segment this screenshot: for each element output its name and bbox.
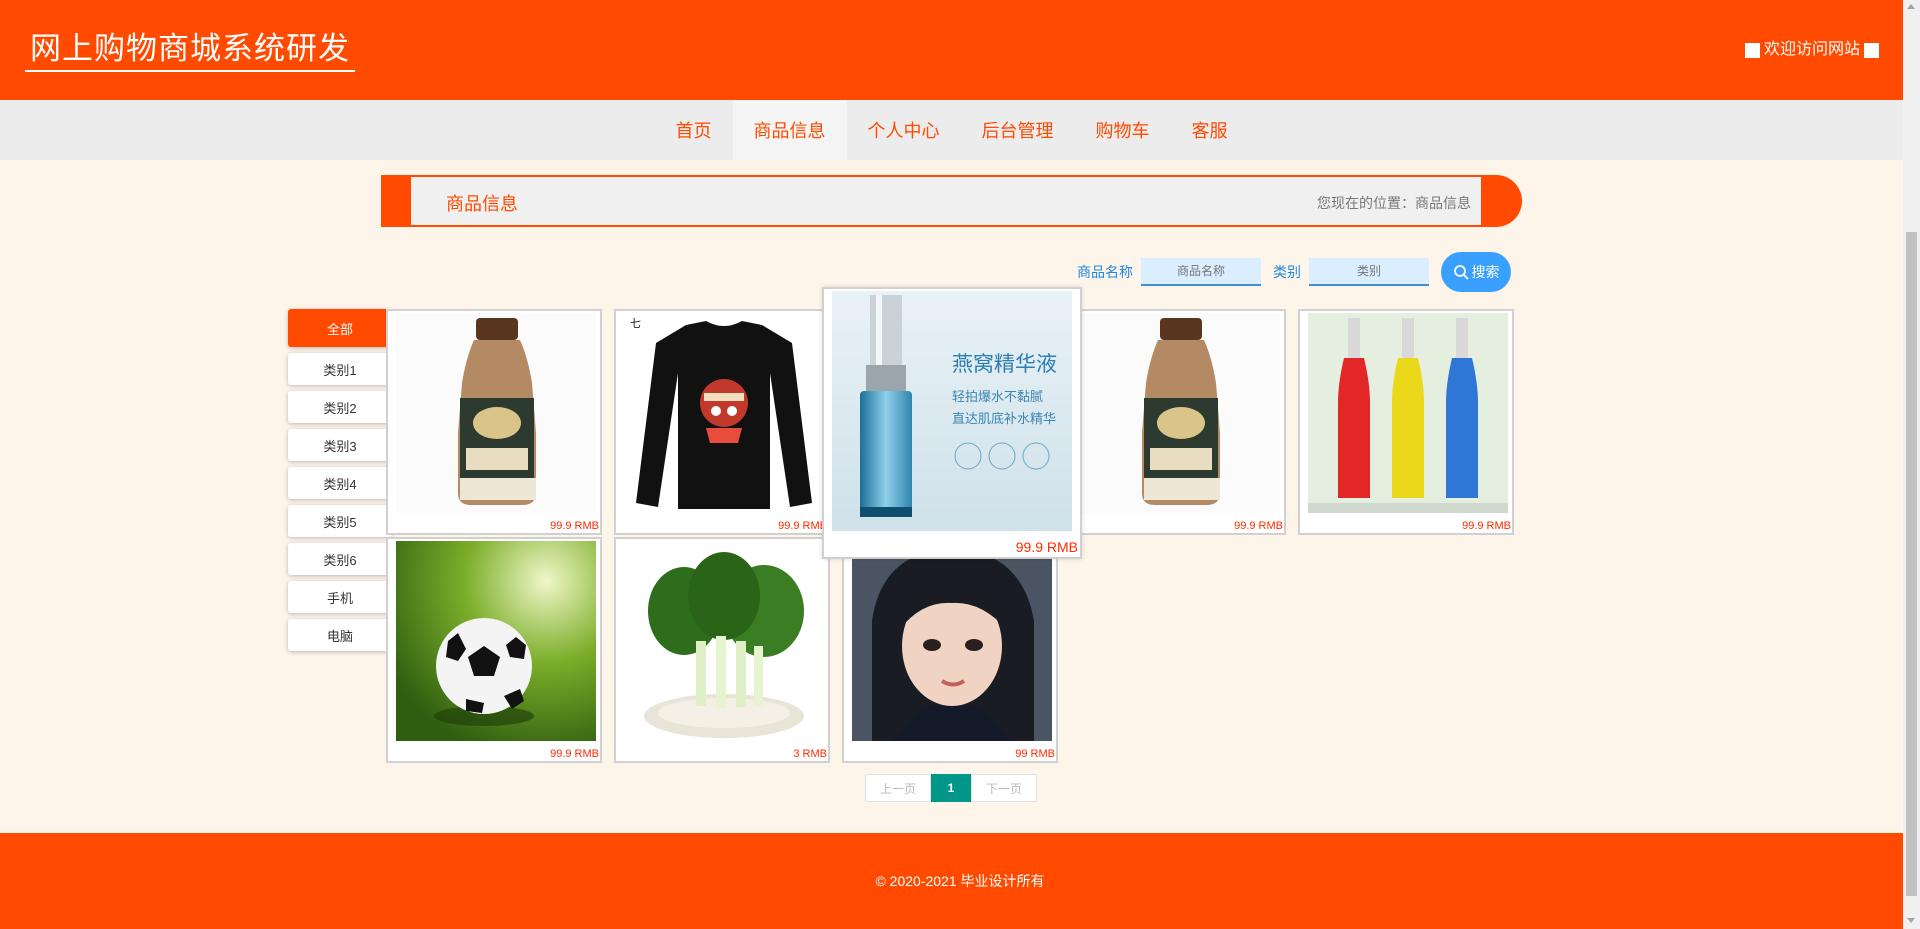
category-item[interactable]: 类别2: [288, 391, 392, 423]
tshirt-image: 七: [624, 313, 824, 513]
search-icon: [1453, 265, 1468, 280]
product-price: 99.9 RMB: [550, 520, 599, 532]
product-card[interactable]: 3 RMB: [614, 537, 830, 763]
product-price: 99.9 RMB: [778, 520, 827, 532]
product-card[interactable]: 99.9 RMB: [386, 309, 602, 535]
banner-body: 商品信息 您现在的位置：商品信息: [411, 175, 1481, 227]
nav-item-home[interactable]: 首页: [655, 100, 733, 160]
section-banner: 商品信息 您现在的位置：商品信息: [381, 175, 1522, 227]
nav-item-service[interactable]: 客服: [1171, 100, 1249, 160]
search-bar: 商品名称 类别 搜索: [1077, 252, 1511, 292]
category-label: 类别: [1273, 264, 1301, 280]
portrait-image: [852, 541, 1052, 741]
soccer-ball-image: [396, 541, 596, 741]
breadcrumb: 您现在的位置：商品信息: [1317, 195, 1471, 211]
product-name-label: 商品名称: [1077, 264, 1133, 280]
category-item[interactable]: 手机: [288, 581, 392, 613]
serum-headline: 燕窝精华液: [952, 352, 1057, 376]
product-card[interactable]: 99.9 RMB: [1070, 309, 1286, 535]
copyright-text: © 2020-2021 毕业设计所有: [875, 873, 1045, 889]
bottles-image: [1308, 313, 1508, 513]
serum-tagline-2: 直达肌底补水精华: [952, 411, 1056, 427]
banner-right-cap: [1481, 175, 1522, 227]
square-icon: [1864, 42, 1879, 58]
category-item[interactable]: 类别6: [288, 543, 392, 575]
category-item[interactable]: 类别5: [288, 505, 392, 537]
main-nav: 首页 商品信息 个人中心 后台管理 购物车 客服: [0, 100, 1903, 160]
nav-item-admin[interactable]: 后台管理: [961, 100, 1075, 160]
square-icon: [1744, 42, 1760, 58]
category-list: 全部 类别1 类别2 类别3 类别4 类别5 类别6 手机 电脑: [288, 309, 392, 657]
category-item[interactable]: 类别4: [288, 467, 392, 499]
category-item[interactable]: 电脑: [288, 619, 392, 651]
product-price: 99.9 RMB: [550, 748, 599, 760]
product-card[interactable]: 99 RMB: [842, 537, 1058, 763]
milk-tea-image: [396, 313, 596, 513]
category-item[interactable]: 类别1: [288, 353, 392, 385]
product-price: 99 RMB: [1015, 748, 1055, 760]
section-title: 商品信息: [446, 194, 518, 214]
product-card[interactable]: 99.9 RMB: [1298, 309, 1514, 535]
product-price: 99.9 RMB: [1462, 520, 1511, 532]
nav-item-cart[interactable]: 购物车: [1075, 100, 1171, 160]
category-input[interactable]: [1309, 258, 1429, 286]
category-all[interactable]: 全部: [288, 309, 392, 347]
product-name-input[interactable]: [1141, 258, 1261, 286]
prev-page-button[interactable]: 上一页: [865, 774, 931, 802]
vegetables-image: [624, 541, 824, 741]
vertical-scrollbar[interactable]: [1903, 0, 1920, 929]
category-item[interactable]: 类别3: [288, 429, 392, 461]
page-number-button[interactable]: 1: [931, 774, 971, 802]
svg-text:七: 七: [630, 317, 641, 330]
banner-left-accent: [381, 175, 411, 227]
milk-tea-image: [1080, 313, 1280, 513]
product-card[interactable]: 99.9 RMB: [386, 537, 602, 763]
product-price: 99.9 RMB: [1234, 520, 1283, 532]
search-button[interactable]: 搜索: [1441, 252, 1511, 292]
scroll-down-arrow-icon[interactable]: [1907, 918, 1915, 923]
welcome-label: 欢迎访问网站: [1763, 41, 1860, 58]
product-card[interactable]: 七 99.9 RMB: [614, 309, 830, 535]
header-bar: 网上购物商城系统研发 欢迎访问网站: [0, 0, 1903, 100]
nav-item-products[interactable]: 商品信息: [732, 100, 847, 160]
product-price: 3 RMB: [793, 748, 827, 760]
pagination: 上一页 1 下一页: [865, 774, 1037, 802]
next-page-button[interactable]: 下一页: [971, 774, 1037, 802]
serum-tagline-1: 轻拍爆水不黏腻: [952, 389, 1043, 405]
product-card-hovered[interactable]: 燕窝精华液 轻拍爆水不黏腻 直达肌底补水精华 99.9 RMB: [822, 287, 1082, 559]
essence-serum-image: 燕窝精华液 轻拍爆水不黏腻 直达肌底补水精华: [832, 291, 1072, 531]
footer: © 2020-2021 毕业设计所有: [0, 833, 1903, 929]
welcome-text: 欢迎访问网站: [1741, 39, 1883, 61]
search-button-label: 搜索: [1471, 264, 1500, 280]
product-price: 99.9 RMB: [1015, 539, 1078, 555]
scrollbar-thumb[interactable]: [1906, 232, 1917, 896]
site-title[interactable]: 网上购物商城系统研发: [25, 28, 355, 72]
nav-item-personal-center[interactable]: 个人中心: [847, 100, 961, 160]
scroll-up-arrow-icon[interactable]: [1907, 4, 1915, 9]
page: 网上购物商城系统研发 欢迎访问网站 首页 商品信息 个人中心 后台管理 购物车 …: [0, 0, 1903, 929]
